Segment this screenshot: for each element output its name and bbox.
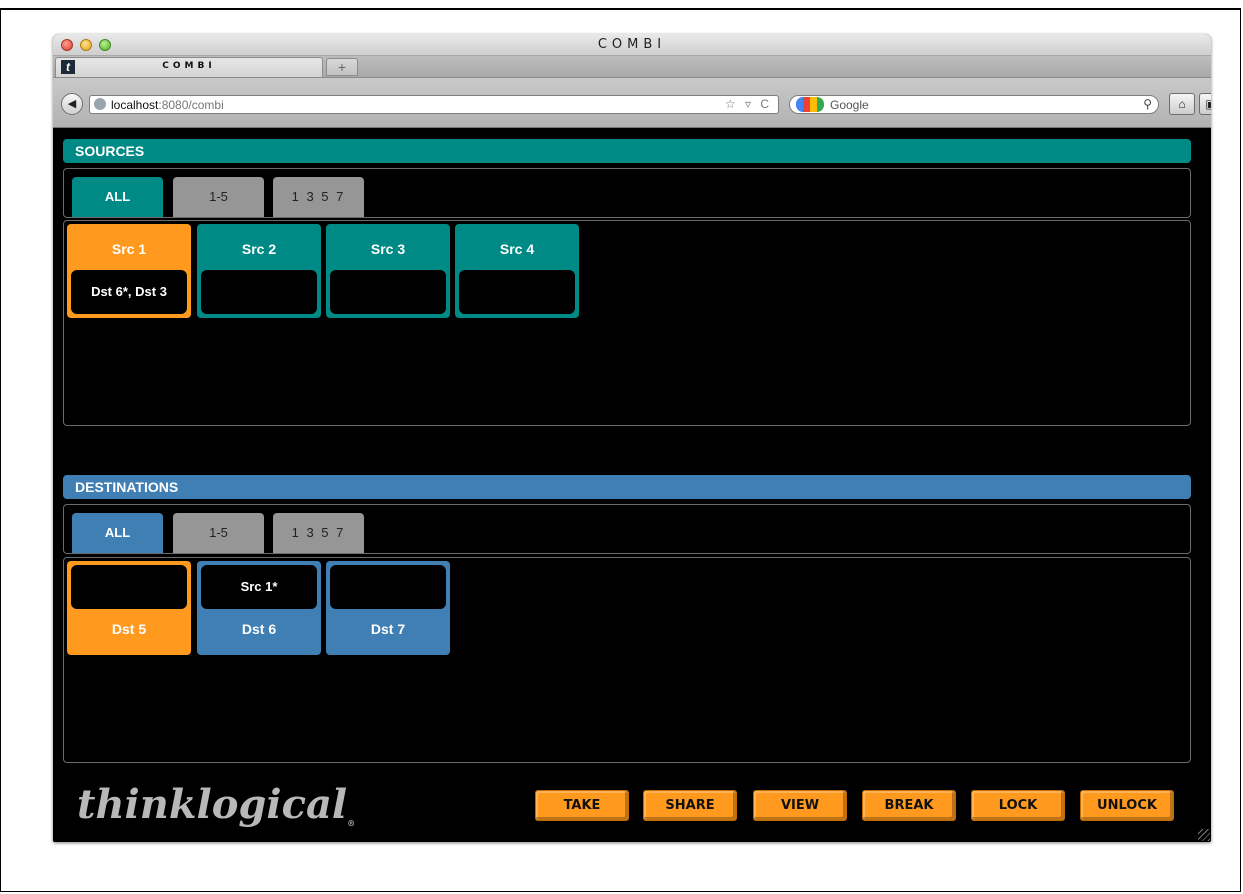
destinations-header: DESTINATIONS: [63, 475, 1191, 499]
url-path: :8080/combi: [158, 98, 224, 112]
sources-header: SOURCES: [63, 139, 1191, 163]
sources-grid: Src 1 Dst 6*, Dst 3 Src 2 Src 3 Src 4: [63, 220, 1191, 426]
source-label: Src 4: [499, 241, 535, 257]
source-routes: [459, 270, 575, 314]
destination-label: Dst 5: [111, 621, 147, 637]
destination-label: Dst 6: [241, 621, 277, 637]
logo-text: thinklogical: [77, 781, 348, 828]
bookmark-button[interactable]: ▣▾: [1199, 93, 1211, 115]
search-input[interactable]: Google ⚲: [789, 95, 1159, 114]
back-arrow-icon: ◀: [67, 98, 77, 110]
destinations-grid: Dst 5 Src 1* Dst 6 Dst 7: [63, 557, 1191, 763]
source-tile[interactable]: Src 4: [455, 224, 579, 318]
destination-tile[interactable]: Src 1* Dst 6: [197, 561, 321, 655]
address-bar[interactable]: localhost:8080/combi ☆ ▿ C: [89, 95, 779, 114]
source-routes: [330, 270, 446, 314]
search-placeholder: Google: [830, 98, 869, 112]
destinations-filter-tabs: ALL 1-5 1 3 5 7: [63, 504, 1191, 554]
new-tab-button[interactable]: +: [326, 58, 358, 76]
source-routes: Dst 6*, Dst 3: [71, 270, 187, 314]
google-icon[interactable]: [796, 97, 824, 112]
share-button[interactable]: SHARE: [643, 790, 737, 821]
app-content: SOURCES ALL 1-5 1 3 5 7 Src 1 Dst 6*, Ds…: [53, 128, 1211, 842]
unlock-button[interactable]: UNLOCK: [1080, 790, 1174, 821]
registered-mark: ®: [347, 818, 356, 828]
window-title: COMBI: [597, 37, 667, 52]
destination-routes: Src 1*: [201, 565, 317, 609]
destination-tile[interactable]: Dst 5: [67, 561, 191, 655]
sources-tab-1357[interactable]: 1 3 5 7: [273, 177, 364, 217]
destinations-tab-1-5[interactable]: 1-5: [173, 513, 264, 553]
destination-routes: [71, 565, 187, 609]
browser-tab[interactable]: t COMBI: [55, 57, 323, 77]
break-button[interactable]: BREAK: [862, 790, 956, 821]
footer-bar: thinklogical® TAKE SHARE VIEW BREAK LOCK…: [53, 776, 1211, 836]
sources-tab-all[interactable]: ALL: [72, 177, 163, 217]
window-titlebar: COMBI: [53, 34, 1211, 56]
destinations-tab-1357[interactable]: 1 3 5 7: [273, 513, 364, 553]
sources-tab-1-5[interactable]: 1-5: [173, 177, 264, 217]
browser-window: COMBI t COMBI + ◀ localhost:8080/combi ☆…: [53, 34, 1211, 842]
magnifier-icon[interactable]: ⚲: [1143, 97, 1152, 111]
source-label: Src 2: [241, 241, 277, 257]
browser-toolbar: ◀ localhost:8080/combi ☆ ▿ C Google ⚲ ⌂ …: [53, 78, 1211, 128]
home-icon: ⌂: [1178, 97, 1186, 111]
sources-filter-tabs: ALL 1-5 1 3 5 7: [63, 168, 1191, 218]
thinklogical-logo: thinklogical®: [77, 781, 355, 828]
source-tile[interactable]: Src 3: [326, 224, 450, 318]
destinations-tab-all[interactable]: ALL: [72, 513, 163, 553]
globe-icon: [94, 98, 106, 110]
destination-label: Dst 7: [370, 621, 406, 637]
url-text: localhost:8080/combi: [111, 98, 224, 112]
lock-button[interactable]: LOCK: [971, 790, 1065, 821]
url-host: localhost: [111, 98, 159, 112]
source-tile[interactable]: Src 1 Dst 6*, Dst 3: [67, 224, 191, 318]
tab-strip: t COMBI +: [53, 56, 1211, 78]
back-button[interactable]: ◀: [61, 93, 83, 115]
take-button[interactable]: TAKE: [535, 790, 629, 821]
destination-routes: [330, 565, 446, 609]
view-button[interactable]: VIEW: [753, 790, 847, 821]
source-label: Src 1: [111, 241, 147, 257]
source-label: Src 3: [370, 241, 406, 257]
destination-tile[interactable]: Dst 7: [326, 561, 450, 655]
star-reload-icons[interactable]: ☆ ▿ C: [725, 97, 772, 111]
home-button[interactable]: ⌂: [1169, 93, 1195, 115]
bookmark-icon: ▣▾: [1205, 97, 1211, 111]
source-tile[interactable]: Src 2: [197, 224, 321, 318]
source-routes: [201, 270, 317, 314]
tab-title: COMBI: [162, 61, 216, 71]
resize-grip-icon[interactable]: [1198, 829, 1210, 841]
